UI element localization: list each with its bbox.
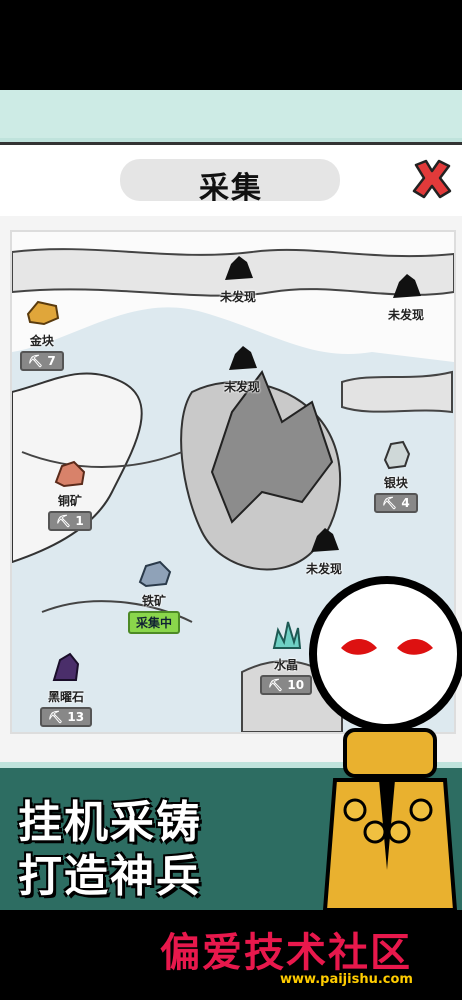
tool-count: 4	[401, 496, 410, 510]
watermark-url: www.paijishu.com	[280, 972, 413, 987]
unknown-ore-icon	[311, 528, 339, 552]
node-label: 黑曜石	[48, 690, 85, 704]
watermark: 偏爱技术社区 www.paijishu.com	[160, 920, 450, 990]
crystal-icon	[272, 621, 302, 649]
node-unknown-1[interactable]: 未发现	[220, 254, 256, 305]
pickaxe-icon: ⛏	[268, 678, 284, 692]
tool-badge: ⛏ 7	[20, 351, 64, 371]
tool-badge: ⛏ 4	[374, 493, 418, 513]
close-icon[interactable]	[408, 155, 456, 203]
node-obsidian[interactable]: 黑曜石 ⛏ 13	[40, 652, 93, 727]
pickaxe-icon: ⛏	[28, 354, 44, 368]
page-title: 采集	[199, 171, 263, 206]
unknown-ore-icon	[229, 346, 257, 370]
node-label: 银块	[383, 476, 408, 490]
top-stripe	[0, 90, 462, 138]
pickaxe-icon: ⛏	[48, 710, 64, 724]
watermark-title: 偏爱技术社区	[160, 930, 412, 976]
tool-count: 13	[67, 710, 85, 724]
copper-ore-icon	[54, 460, 85, 488]
node-label: 未发现	[388, 308, 425, 322]
stickman-character	[309, 576, 462, 910]
tool-count: 10	[287, 678, 305, 692]
node-iron[interactable]: 铁矿 采集中	[128, 558, 181, 634]
node-label: 金块	[29, 334, 54, 348]
node-gold[interactable]: 金块 ⛏ 7	[20, 294, 64, 371]
node-label: 未发现	[224, 380, 261, 394]
slogan-line-2: 打造神兵	[18, 851, 202, 902]
node-silver[interactable]: 银块 ⛏ 4	[374, 438, 418, 513]
tool-count: 1	[75, 514, 84, 528]
gold-ore-icon	[26, 300, 60, 326]
pickaxe-icon: ⛏	[382, 496, 398, 510]
node-label: 铁矿	[142, 594, 167, 608]
node-label: 铜矿	[57, 494, 82, 508]
node-unknown-3[interactable]: 未发现	[224, 344, 260, 395]
gathering-status-badge: 采集中	[128, 611, 181, 634]
title-bar: 采集	[0, 142, 462, 222]
unknown-ore-icon	[393, 274, 421, 298]
pickaxe-icon: ⛏	[56, 514, 72, 528]
node-copper[interactable]: 铜矿 ⛏ 1	[48, 458, 92, 531]
tool-badge: ⛏ 1	[48, 511, 92, 531]
tool-count: 7	[47, 354, 56, 368]
node-label: 未发现	[220, 290, 257, 304]
tool-badge: ⛏ 13	[40, 707, 93, 727]
iron-ore-icon	[138, 560, 172, 588]
silver-ore-icon	[383, 440, 410, 470]
node-unknown-2[interactable]: 未发现	[388, 272, 424, 323]
unknown-ore-icon	[225, 256, 253, 280]
game-screen: 采集 金块 ⛏ 7 未发现 未发现 未发现 银块 ⛏ 4 铜矿 ⛏ 1 未发现 …	[0, 90, 462, 910]
obsidian-icon	[52, 652, 80, 681]
